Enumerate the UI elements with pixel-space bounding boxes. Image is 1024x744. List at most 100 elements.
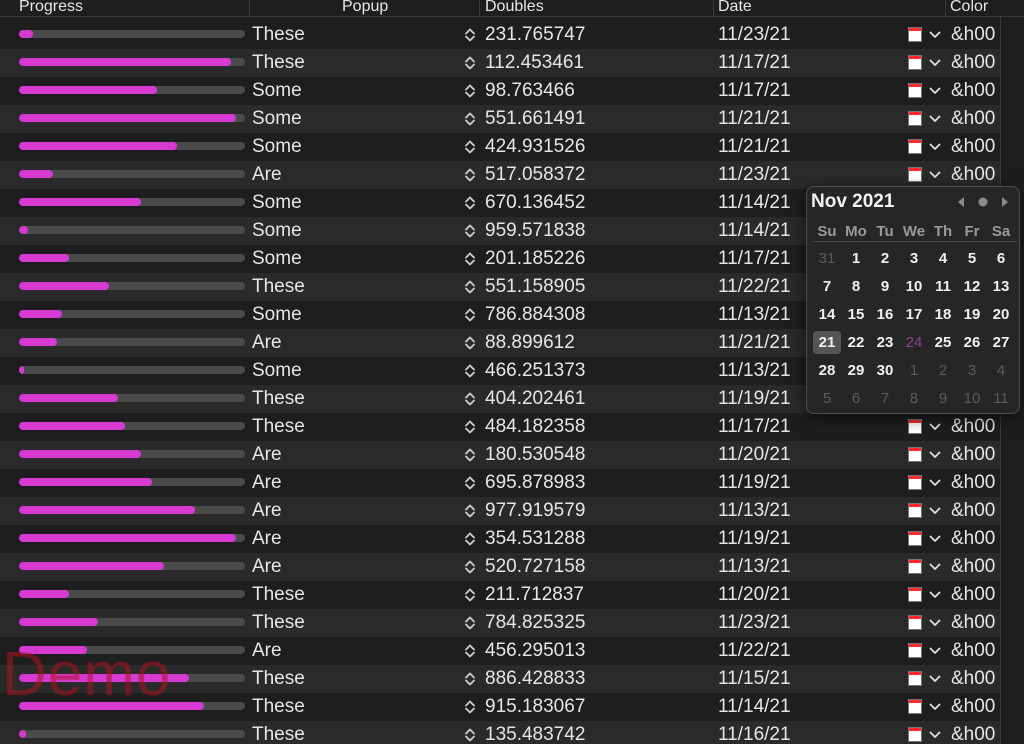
popup-value[interactable]: Are xyxy=(252,553,282,581)
header-divider[interactable] xyxy=(945,0,946,16)
chevron-down-icon[interactable] xyxy=(928,169,942,181)
calendar-day[interactable]: 12 xyxy=(958,275,986,298)
chevron-down-icon[interactable] xyxy=(928,617,942,629)
calendar-day[interactable]: 4 xyxy=(987,359,1015,382)
table-row[interactable]: These 135.483742 11/16/21 &h00 xyxy=(0,721,1024,744)
stepper-icon[interactable] xyxy=(462,559,478,575)
table-row[interactable]: These 784.825325 11/23/21 &h00 xyxy=(0,609,1024,637)
table-row[interactable]: These 915.183067 11/14/21 &h00 xyxy=(0,693,1024,721)
double-value[interactable]: 466.251373 xyxy=(485,357,585,385)
color-swatch[interactable] xyxy=(908,727,922,742)
chevron-down-icon[interactable] xyxy=(928,57,942,69)
double-value[interactable]: 135.483742 xyxy=(485,721,585,744)
date-value[interactable]: 11/17/21 xyxy=(718,413,791,441)
color-value[interactable]: &h00 xyxy=(951,553,999,581)
calendar-day[interactable]: 25 xyxy=(929,331,957,354)
calendar-day[interactable]: 6 xyxy=(842,387,870,410)
header-date[interactable]: Date xyxy=(718,0,752,16)
popup-value[interactable]: These xyxy=(252,273,305,301)
color-swatch[interactable] xyxy=(908,615,922,630)
color-value[interactable]: &h00 xyxy=(951,693,999,721)
date-value[interactable]: 11/14/21 xyxy=(718,217,791,245)
table-row[interactable]: These 484.182358 11/17/21 &h00 xyxy=(0,413,1024,441)
popup-value[interactable]: Some xyxy=(252,133,302,161)
color-swatch[interactable] xyxy=(908,475,922,490)
calendar-day[interactable]: 3 xyxy=(900,247,928,270)
chevron-down-icon[interactable] xyxy=(928,113,942,125)
table-row[interactable]: Some 551.661491 11/21/21 &h00 xyxy=(0,105,1024,133)
color-value[interactable]: &h00 xyxy=(951,133,999,161)
color-value[interactable]: &h00 xyxy=(951,525,999,553)
table-row[interactable]: Are 456.295013 11/22/21 &h00 xyxy=(0,637,1024,665)
color-swatch[interactable] xyxy=(908,559,922,574)
calendar-day[interactable]: 17 xyxy=(900,303,928,326)
color-swatch[interactable] xyxy=(908,139,922,154)
calendar-day-selected[interactable]: 21 xyxy=(813,331,841,354)
stepper-icon[interactable] xyxy=(462,223,478,239)
popup-value[interactable]: Are xyxy=(252,525,282,553)
table-row[interactable]: Some 424.931526 11/21/21 &h00 xyxy=(0,133,1024,161)
stepper-icon[interactable] xyxy=(462,391,478,407)
color-value[interactable]: &h00 xyxy=(951,77,999,105)
table-row[interactable]: Are 517.058372 11/23/21 &h00 xyxy=(0,161,1024,189)
popup-value[interactable]: Some xyxy=(252,189,302,217)
calendar-day[interactable]: 29 xyxy=(842,359,870,382)
stepper-icon[interactable] xyxy=(462,587,478,603)
chevron-down-icon[interactable] xyxy=(928,141,942,153)
header-popup[interactable]: Popup xyxy=(342,0,388,16)
calendar-day[interactable]: 9 xyxy=(929,387,957,410)
stepper-icon[interactable] xyxy=(462,699,478,715)
calendar-day[interactable]: 18 xyxy=(929,303,957,326)
color-swatch[interactable] xyxy=(908,699,922,714)
double-value[interactable]: 695.878983 xyxy=(485,469,585,497)
calendar-day[interactable]: 23 xyxy=(871,331,899,354)
table-row[interactable]: Are 180.530548 11/20/21 &h00 xyxy=(0,441,1024,469)
header-color[interactable]: Color xyxy=(950,0,988,16)
next-month-icon[interactable] xyxy=(999,196,1011,208)
popup-value[interactable]: These xyxy=(252,385,305,413)
popup-value[interactable]: Are xyxy=(252,329,282,357)
calendar-day[interactable]: 4 xyxy=(929,247,957,270)
header-divider[interactable] xyxy=(249,0,250,16)
double-value[interactable]: 786.884308 xyxy=(485,301,585,329)
color-value[interactable]: &h00 xyxy=(951,49,999,77)
color-value[interactable]: &h00 xyxy=(951,105,999,133)
table-row[interactable]: Are 695.878983 11/19/21 &h00 xyxy=(0,469,1024,497)
stepper-icon[interactable] xyxy=(462,307,478,323)
calendar-day[interactable]: 30 xyxy=(871,359,899,382)
popup-value[interactable]: These xyxy=(252,21,305,49)
color-swatch[interactable] xyxy=(908,419,922,434)
date-value[interactable]: 11/22/21 xyxy=(718,637,791,665)
calendar-day[interactable]: 10 xyxy=(958,387,986,410)
popup-value[interactable]: These xyxy=(252,609,305,637)
double-value[interactable]: 201.185226 xyxy=(485,245,585,273)
date-value[interactable]: 11/14/21 xyxy=(718,189,791,217)
stepper-icon[interactable] xyxy=(462,83,478,99)
date-value[interactable]: 11/16/21 xyxy=(718,721,791,744)
stepper-icon[interactable] xyxy=(462,475,478,491)
stepper-icon[interactable] xyxy=(462,447,478,463)
color-value[interactable]: &h00 xyxy=(951,413,999,441)
stepper-icon[interactable] xyxy=(462,251,478,267)
stepper-icon[interactable] xyxy=(462,167,478,183)
double-value[interactable]: 404.202461 xyxy=(485,385,585,413)
popup-value[interactable]: Some xyxy=(252,105,302,133)
double-value[interactable]: 354.531288 xyxy=(485,525,585,553)
calendar-day-today[interactable]: 24 xyxy=(900,331,928,354)
popup-value[interactable]: Some xyxy=(252,301,302,329)
calendar-day[interactable]: 7 xyxy=(871,387,899,410)
date-value[interactable]: 11/13/21 xyxy=(718,553,791,581)
color-value[interactable]: &h00 xyxy=(951,161,999,189)
calendar-day[interactable]: 15 xyxy=(842,303,870,326)
stepper-icon[interactable] xyxy=(462,363,478,379)
double-value[interactable]: 551.661491 xyxy=(485,105,585,133)
color-swatch[interactable] xyxy=(908,531,922,546)
popup-value[interactable]: Some xyxy=(252,357,302,385)
double-value[interactable]: 520.727158 xyxy=(485,553,585,581)
date-value[interactable]: 11/19/21 xyxy=(718,469,791,497)
date-value[interactable]: 11/13/21 xyxy=(718,357,791,385)
color-swatch[interactable] xyxy=(908,587,922,602)
popup-value[interactable]: Are xyxy=(252,469,282,497)
stepper-icon[interactable] xyxy=(462,531,478,547)
date-value[interactable]: 11/14/21 xyxy=(718,693,791,721)
